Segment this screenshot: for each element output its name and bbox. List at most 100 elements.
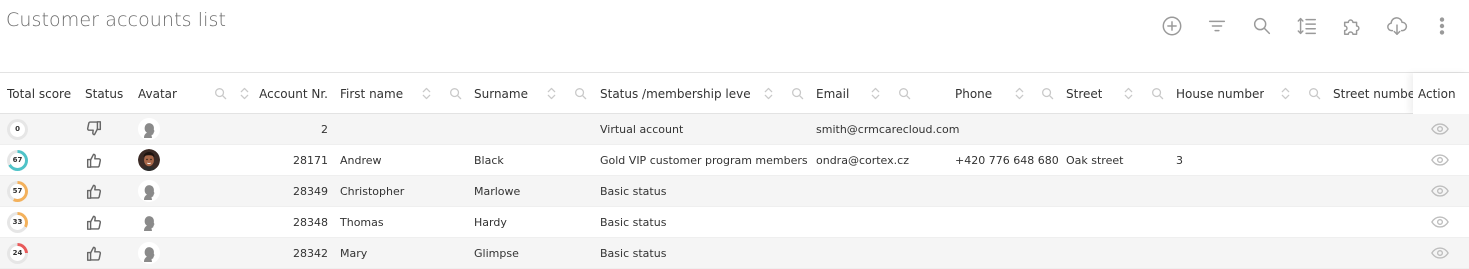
account-cell: 28171	[293, 153, 328, 167]
surname-cell: Black	[474, 153, 504, 167]
phone-cell	[955, 176, 1060, 206]
download-button[interactable]	[1384, 13, 1410, 39]
first-name-cell: Mary	[340, 246, 368, 260]
column-header-label: Status /membership level	[600, 86, 750, 101]
first-name-cell: Christopher	[340, 184, 405, 198]
avatar-placeholder-icon	[138, 118, 160, 140]
column-header-surname[interactable]: Surname	[474, 73, 534, 114]
membership-cell: Virtual account	[600, 122, 684, 136]
score-gauge: 67	[7, 149, 28, 171]
surname-cell: Glimpse	[474, 246, 519, 260]
house-number-cell: 3	[1176, 153, 1183, 167]
surname-cell: Marlowe	[474, 184, 521, 198]
column-header-score[interactable]: Total score	[7, 73, 77, 114]
column-header-label: First name	[340, 86, 404, 101]
column-header-avatar[interactable]: Avatar	[138, 73, 198, 114]
phone-cell: +420 776 648 680	[955, 153, 1059, 167]
filter-membership-search-icon[interactable]	[789, 85, 805, 101]
column-header-house-number[interactable]: House number	[1176, 73, 1266, 114]
column-header-account[interactable]: Account Nr.	[240, 73, 328, 114]
filter-phone-search-icon[interactable]	[1039, 85, 1055, 101]
filter-house-number-search-icon[interactable]	[1306, 85, 1322, 101]
view-eye-icon[interactable]	[1431, 238, 1449, 268]
sort-email-icon[interactable]	[867, 85, 883, 101]
column-header-action: Action	[1413, 73, 1469, 114]
thumbs-down-icon	[85, 114, 103, 144]
column-header-membership[interactable]: Status /membership level	[600, 73, 750, 114]
table-row[interactable]: 24 28342 Mary Glimpse Basic status	[0, 238, 1469, 269]
extensions-button[interactable]	[1339, 13, 1365, 39]
score-cell: 67	[7, 145, 28, 175]
sort-phone-icon[interactable]	[1011, 85, 1027, 101]
view-eye-icon[interactable]	[1431, 207, 1449, 237]
account-cell: 2	[321, 122, 328, 136]
account-cell: 28349	[293, 184, 328, 198]
column-header-email[interactable]: Email	[816, 73, 856, 114]
filter-first-name-search-icon[interactable]	[447, 85, 463, 101]
first-name-cell: Andrew	[340, 153, 382, 167]
column-header-street-number[interactable]: Street number	[1333, 73, 1413, 114]
house-number-cell	[1176, 114, 1326, 144]
column-header-status[interactable]: Status	[85, 73, 130, 114]
column-header-label: Phone	[955, 86, 993, 101]
score-cell: 0	[7, 114, 28, 144]
filter-button[interactable]	[1204, 13, 1230, 39]
toolbar	[1140, 13, 1455, 39]
column-header-label: Avatar	[138, 86, 177, 101]
avatar-photo	[138, 149, 160, 171]
search-icon	[1253, 17, 1271, 35]
view-eye-icon[interactable]	[1431, 176, 1449, 206]
column-header-phone[interactable]: Phone	[955, 73, 1000, 114]
filter-street-search-icon[interactable]	[1149, 85, 1165, 101]
table-row[interactable]: 57 28349 Christopher Marlowe Basic status	[0, 176, 1469, 207]
add-button[interactable]	[1159, 13, 1185, 39]
search-button[interactable]	[1249, 13, 1275, 39]
avatar-placeholder-icon	[138, 242, 160, 264]
avatar-placeholder-icon	[138, 211, 160, 233]
column-header-label: Total score	[7, 86, 72, 101]
table-row[interactable]: 67 28171 Andrew Black Gold VIP customer prog…	[0, 145, 1469, 176]
view-eye-icon[interactable]	[1431, 145, 1449, 175]
score-value: 0	[10, 121, 25, 137]
score-gauge: 33	[7, 211, 28, 233]
view-eye-icon[interactable]	[1431, 114, 1449, 144]
house-number-cell	[1176, 238, 1326, 268]
first-name-cell: Thomas	[340, 215, 384, 229]
phone-cell	[955, 114, 1060, 144]
thumbs-up-icon	[85, 176, 103, 206]
account-cell: 28342	[293, 246, 328, 260]
score-cell: 24	[7, 238, 28, 268]
phone-cell	[955, 207, 1060, 237]
sort-membership-icon[interactable]	[760, 85, 776, 101]
score-gauge: 57	[7, 180, 28, 202]
more-button[interactable]	[1429, 13, 1455, 39]
street-cell: Oak street	[1066, 153, 1124, 167]
house-number-cell	[1176, 207, 1326, 237]
cloud-download-icon	[1387, 17, 1408, 35]
sort-house-number-icon[interactable]	[1277, 85, 1293, 101]
puzzle-icon	[1343, 19, 1360, 35]
account-cell: 28348	[293, 215, 328, 229]
row-height-button[interactable]	[1294, 13, 1320, 39]
column-header-street[interactable]: Street	[1066, 73, 1111, 114]
membership-cell: Basic status	[600, 184, 667, 198]
sort-first-name-icon[interactable]	[418, 85, 434, 101]
score-gauge: 24	[7, 242, 28, 264]
grid-header: Total score Status Avatar Account Nr. First …	[0, 72, 1469, 114]
thumbs-up-icon	[85, 145, 103, 175]
filter-icon	[1208, 20, 1226, 32]
filter-avatar-search-icon[interactable]	[212, 85, 228, 101]
filter-email-search-icon[interactable]	[896, 85, 912, 101]
add-icon	[1162, 16, 1182, 36]
column-header-first-name[interactable]: First name	[340, 73, 410, 114]
first-name-cell	[340, 114, 470, 144]
table-row[interactable]: 0 2 Virtual account smith@crmcarecloud.com	[0, 114, 1469, 145]
column-header-label: House number	[1176, 86, 1265, 101]
score-value: 57	[10, 183, 25, 199]
thumbs-up-icon	[85, 207, 103, 237]
filter-surname-search-icon[interactable]	[572, 85, 588, 101]
sort-street-icon[interactable]	[1120, 85, 1136, 101]
phone-cell	[955, 238, 1060, 268]
sort-surname-icon[interactable]	[543, 85, 559, 101]
table-row[interactable]: 33 28348 Thomas Hardy Basic status	[0, 207, 1469, 238]
